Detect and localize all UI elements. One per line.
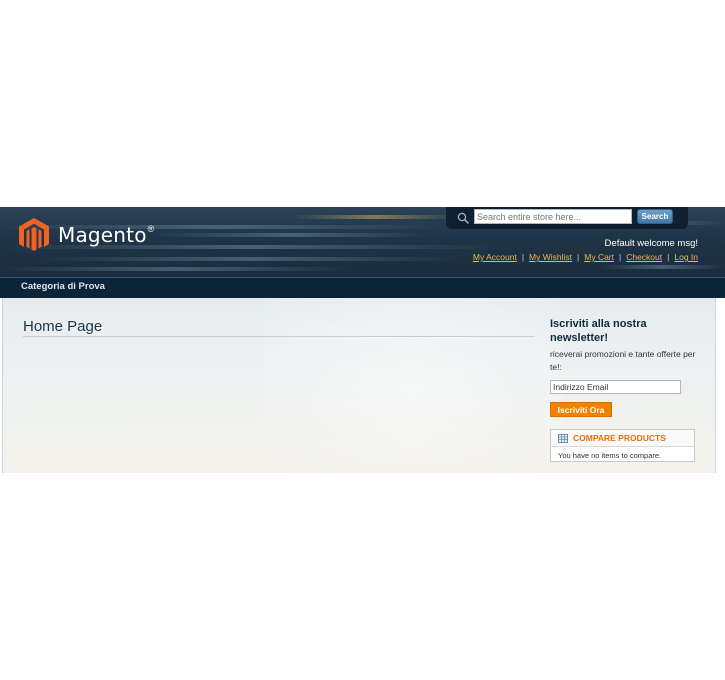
welcome-message: Default welcome msg! <box>604 238 698 249</box>
newsletter-email-input[interactable] <box>550 380 681 394</box>
title-divider <box>23 336 535 337</box>
compare-products-header: COMPARE PRODUCTS <box>551 430 694 447</box>
link-my-account[interactable]: My Account <box>473 252 517 262</box>
link-separator: | <box>619 252 622 262</box>
compare-products-block: COMPARE PRODUCTS You have no items to co… <box>550 429 695 462</box>
logo-registered-mark: ® <box>147 223 155 234</box>
magento-logo-icon <box>19 218 49 251</box>
newsletter-description: riceverai promozioni e tante offerte per… <box>550 349 696 372</box>
main-content: Home Page Iscriviti alla nostra newslett… <box>2 298 716 473</box>
store-page: Magento ® Search Default welcome msg! My… <box>0 207 725 473</box>
logo-text: Magento <box>58 222 147 247</box>
search-box: Search <box>446 207 688 229</box>
top-links: My Account | My Wishlist | My Cart | Che… <box>473 252 698 262</box>
compare-products-empty-text: You have no items to compare. <box>558 451 662 460</box>
page-title: Home Page <box>23 318 103 335</box>
search-icon <box>457 212 469 224</box>
link-log-in[interactable]: Log In <box>674 252 698 262</box>
nav-item-categoria-di-prova[interactable]: Categoria di Prova <box>21 281 105 292</box>
link-separator: | <box>521 252 525 262</box>
search-input[interactable] <box>474 209 632 224</box>
link-checkout[interactable]: Checkout <box>626 252 662 262</box>
newsletter-title: Iscriviti alla nostra newsletter! <box>550 318 647 344</box>
link-separator: | <box>667 252 670 262</box>
newsletter-subscribe-button[interactable]: Iscriviti Ora <box>550 402 612 417</box>
link-my-cart[interactable]: My Cart <box>584 252 614 262</box>
logo[interactable]: Magento ® <box>19 218 154 251</box>
compare-products-title: COMPARE PRODUCTS <box>573 433 666 443</box>
compare-table-icon <box>558 433 568 443</box>
header: Magento ® Search Default welcome msg! My… <box>0 207 725 277</box>
search-button[interactable]: Search <box>637 209 673 224</box>
link-separator: | <box>577 252 580 262</box>
link-my-wishlist[interactable]: My Wishlist <box>529 252 572 262</box>
main-nav: Categoria di Prova <box>0 277 725 298</box>
